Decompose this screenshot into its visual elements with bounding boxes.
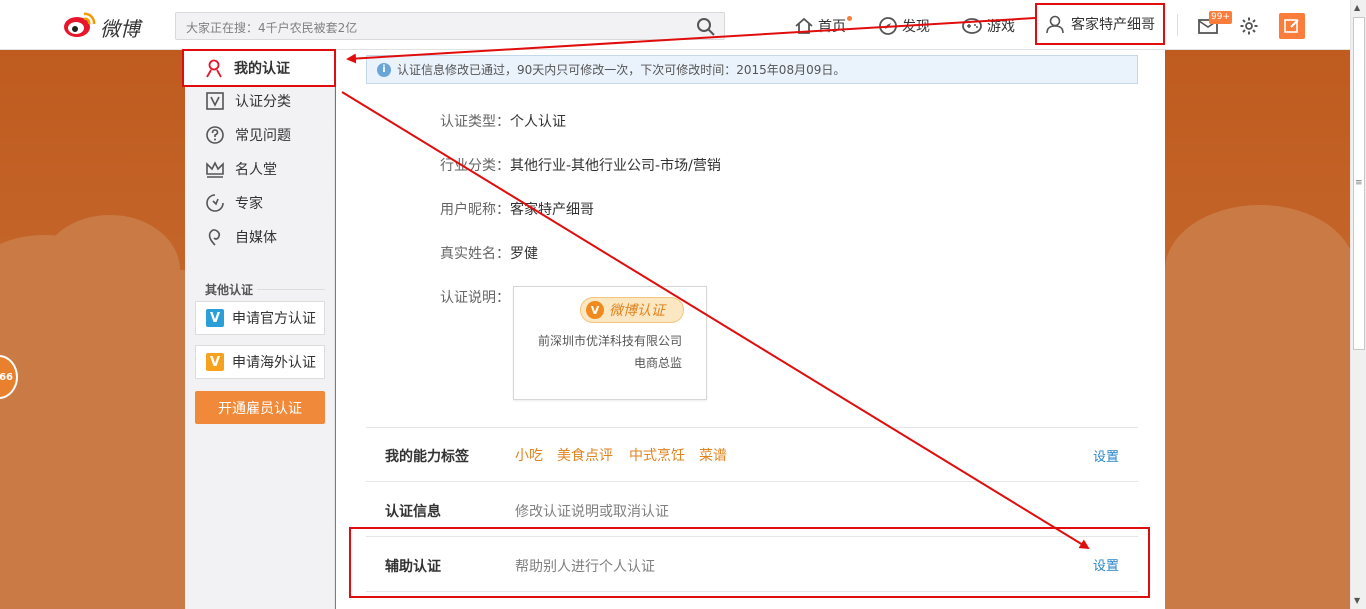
weibo-cert-badge: V 微博认证	[580, 297, 684, 323]
sidebar-item-expert[interactable]: 专家	[185, 186, 335, 220]
sidebar-item-self-media[interactable]: 自媒体	[185, 220, 335, 254]
nav-home[interactable]: 首页	[794, 15, 846, 37]
weibo-eye-icon	[64, 12, 96, 37]
nav-discover[interactable]: 发现	[878, 15, 930, 37]
cert-badge-text: 微博认证	[609, 303, 665, 319]
sidebar-item-label: 常见问题	[235, 128, 291, 144]
industry-field: 行业分类：其他行业-其他行业公司-市场/营销	[440, 155, 721, 175]
cert-desc-field: 认证说明：	[440, 287, 510, 307]
divider	[366, 481, 1138, 482]
field-value: 个人认证	[510, 114, 566, 130]
compose-button[interactable]	[1279, 13, 1305, 39]
top-nav-bar: 微博 大家正在搜：4千户农民被套2亿 首页 发现 游戏 客家特产细哥 99+	[0, 0, 1350, 50]
sidebar-item-hall-of-fame[interactable]: 名人堂	[185, 152, 335, 186]
apply-official-label: 申请官方认证	[232, 311, 316, 327]
scroll-down-icon[interactable]: ▼	[1354, 596, 1360, 605]
skill-tag[interactable]: 美食点评	[557, 445, 613, 465]
notice-bar: i 认证信息修改已通过，90天内只可修改一次，下次可修改时间：2015年08月0…	[366, 55, 1138, 84]
sidebar-item-label: 我的认证	[234, 61, 290, 77]
skills-settings-link[interactable]: 设置	[1093, 446, 1119, 465]
scroll-up-icon[interactable]: ▲	[1354, 3, 1360, 12]
divider	[366, 427, 1138, 428]
nav-games[interactable]: 游戏	[961, 15, 1015, 37]
sidebar-item-label: 专家	[235, 196, 263, 212]
sidebar-item-label: 自媒体	[235, 230, 277, 246]
crown-icon	[206, 161, 224, 178]
cert-info-desc[interactable]: 修改认证说明或取消认证	[515, 501, 669, 521]
skills-title: 我的能力标签	[385, 449, 469, 465]
sidebar-item-label: 名人堂	[235, 162, 277, 178]
media-icon	[208, 229, 221, 246]
v-orange-icon: V	[206, 353, 224, 371]
search-icon[interactable]	[696, 17, 716, 37]
other-cert-title: 其他认证	[205, 283, 254, 297]
user-icon	[1046, 15, 1064, 34]
weibo-logo[interactable]: 微博	[62, 8, 154, 42]
sidebar-item-faq[interactable]: 常见问题	[185, 118, 335, 152]
home-icon	[795, 17, 813, 34]
compass-icon	[879, 17, 897, 35]
apply-overseas-cert-button[interactable]: V 申请海外认证	[195, 345, 325, 379]
highlight-box	[349, 527, 1150, 598]
nav-games-label: 游戏	[987, 19, 1015, 35]
cert-info-title: 认证信息	[385, 504, 441, 520]
expert-icon	[206, 194, 224, 212]
realname-field: 真实姓名：罗健	[440, 243, 538, 263]
bg-cloud	[0, 270, 190, 609]
v-box-icon	[206, 92, 224, 110]
skill-tag[interactable]: 菜谱	[699, 445, 727, 465]
cert-type-field: 认证类型：个人认证	[440, 111, 566, 131]
logo-text: 微博	[100, 17, 140, 41]
left-sidebar: 我的认证 认证分类 常见问题 名人堂 专家 自媒体 其他认证 V 申请官方认证 …	[182, 49, 336, 609]
scroll-grip-icon: ≡	[1355, 178, 1363, 188]
bg-cloud	[1165, 270, 1355, 609]
cert-card: V 微博认证 前深圳市优洋科技有限公司 电商总监	[513, 286, 707, 400]
gamepad-icon	[962, 18, 982, 34]
nav-divider	[1177, 14, 1178, 36]
search-input[interactable]: 大家正在搜：4千户农民被套2亿	[175, 12, 725, 40]
field-label: 认证说明：	[440, 290, 510, 306]
message-badge: 99+	[1209, 11, 1232, 24]
sidebar-item-my-cert[interactable]: 我的认证	[182, 49, 336, 87]
page-scrollbar[interactable]: ▲ ≡ ▼	[1350, 0, 1366, 609]
cert-title: 电商总监	[633, 356, 682, 370]
field-label: 用户昵称：	[440, 202, 510, 218]
question-icon	[206, 126, 224, 144]
field-label: 认证类型：	[440, 114, 510, 130]
nav-discover-label: 发现	[902, 19, 930, 35]
gear-icon[interactable]	[1239, 16, 1259, 36]
apply-overseas-label: 申请海外认证	[232, 355, 316, 371]
search-placeholder: 大家正在搜：4千户农民被套2亿	[186, 21, 358, 35]
field-value: 其他行业-其他行业公司-市场/营销	[510, 158, 721, 174]
nav-home-label: 首页	[818, 19, 846, 35]
skill-tag[interactable]: 小吃	[515, 445, 543, 465]
nav-user-profile[interactable]: 客家特产细哥	[1035, 3, 1165, 45]
cert-company: 前深圳市优洋科技有限公司	[537, 334, 682, 348]
sidebar-item-cert-category[interactable]: 认证分类	[185, 84, 335, 118]
field-label: 真实姓名：	[440, 246, 510, 262]
person-icon	[206, 59, 222, 78]
nickname-field: 用户昵称：客家特产细哥	[440, 199, 594, 219]
employee-cert-button[interactable]: 开通雇员认证	[195, 391, 325, 424]
field-value: 罗健	[510, 246, 538, 262]
skill-tag[interactable]: 中式烹饪	[629, 445, 685, 465]
home-notify-dot	[847, 16, 852, 21]
main-content: i 认证信息修改已通过，90天内只可修改一次，下次可修改时间：2015年08月0…	[336, 50, 1165, 609]
notice-text: 认证信息修改已通过，90天内只可修改一次，下次可修改时间：2015年08月09日…	[397, 63, 846, 77]
apply-official-cert-button[interactable]: V 申请官方认证	[195, 301, 325, 335]
v-blue-icon: V	[206, 309, 224, 327]
info-icon: i	[377, 62, 391, 77]
field-value: 客家特产细哥	[510, 202, 594, 218]
edit-icon	[1284, 19, 1299, 33]
field-label: 行业分类：	[440, 158, 510, 174]
divider	[257, 289, 325, 290]
v-badge-icon: V	[586, 301, 604, 319]
sidebar-item-label: 认证分类	[235, 94, 291, 110]
username-label: 客家特产细哥	[1071, 17, 1155, 33]
